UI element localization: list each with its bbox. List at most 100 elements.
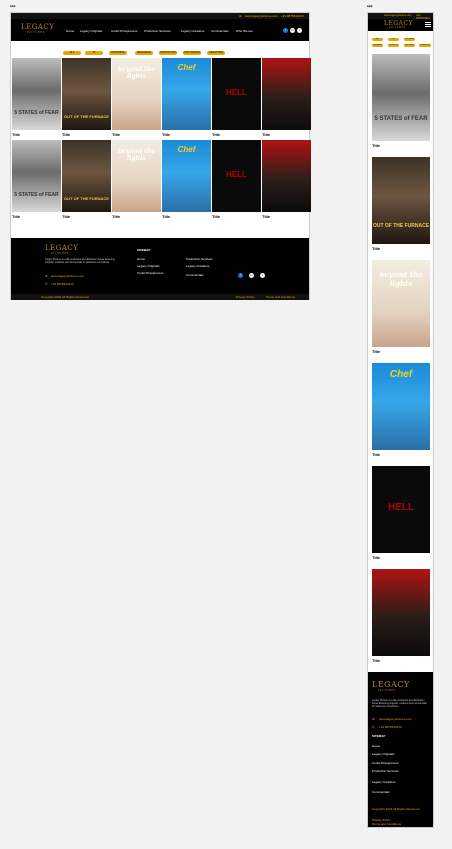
- hamburger-icon[interactable]: [425, 22, 431, 27]
- movie-title[interactable]: Title: [262, 214, 311, 219]
- instagram-icon[interactable]: in: [249, 273, 254, 278]
- footer-link-originals[interactable]: Legacy Originals: [372, 752, 394, 756]
- facebook-icon[interactable]: f: [238, 273, 243, 278]
- movie-title[interactable]: Title: [212, 132, 261, 137]
- nav-filmsprocess[interactable]: Contit Filmsprocess: [111, 29, 137, 33]
- footer-link-commercials[interactable]: Commercials: [372, 790, 390, 794]
- footer-website[interactable]: www.legacypictures.com: [51, 274, 84, 278]
- footer-link-production[interactable]: Production Services: [186, 257, 213, 261]
- movie-card[interactable]: Title: [262, 58, 311, 137]
- filter-post-production[interactable]: POST PRODUCTION: [183, 51, 201, 55]
- movie-title[interactable]: Title: [372, 452, 430, 457]
- movie-poster[interactable]: Chef: [372, 363, 430, 450]
- movie-card[interactable]: 5 STATES of FEAR Title: [12, 58, 61, 137]
- movie-poster[interactable]: HELL: [372, 466, 430, 553]
- movie-poster[interactable]: HELL: [212, 58, 261, 130]
- movie-poster[interactable]: 5 STATES of FEAR: [372, 54, 430, 141]
- footer-website[interactable]: www.legacypictures.com: [379, 717, 412, 721]
- movie-title[interactable]: Title: [112, 214, 161, 219]
- footer-phone[interactable]: +91 9876543210: [51, 282, 74, 286]
- movie-card[interactable]: Chef Title: [372, 363, 430, 457]
- terms-link[interactable]: Terms and Conditions: [372, 822, 401, 826]
- movie-card[interactable]: HELL Title: [212, 58, 261, 137]
- movie-poster[interactable]: [262, 58, 311, 130]
- movie-poster[interactable]: Chef: [162, 58, 211, 130]
- movie-card[interactable]: 5 STATES of FEAR Title: [372, 54, 430, 148]
- footer-link-home[interactable]: Home: [372, 744, 380, 748]
- filter-upcoming[interactable]: UPCOMING: [109, 51, 127, 55]
- facebook-icon[interactable]: f: [283, 28, 288, 33]
- movie-poster[interactable]: beyond the lights: [112, 140, 161, 212]
- movie-poster[interactable]: OUT OF THE FURNACE: [62, 58, 111, 130]
- nav-legacy-creations[interactable]: Legacy Creations: [181, 29, 204, 33]
- movie-poster[interactable]: 5 STATES of FEAR: [12, 140, 61, 212]
- footer-link-commercials[interactable]: Commercials: [186, 273, 204, 277]
- movie-title[interactable]: Title: [262, 132, 311, 137]
- movie-title[interactable]: Title: [12, 132, 61, 137]
- movie-title[interactable]: Title: [112, 132, 161, 137]
- movie-card[interactable]: OUT OF THE FURNACE Title: [372, 157, 430, 251]
- movie-card[interactable]: 5 STATES of FEAR Title: [12, 140, 61, 219]
- footer-link-filmsprocess[interactable]: Contit Filmsprocess: [137, 271, 163, 275]
- phone-text[interactable]: +91 9876543210: [281, 14, 304, 18]
- footer-link-filmsprocess[interactable]: Contit Filmsprocess: [372, 761, 398, 765]
- movie-card[interactable]: beyond the lights Title: [112, 58, 161, 137]
- filter-creatives[interactable]: CREATIVES: [207, 51, 225, 55]
- movie-poster[interactable]: [372, 569, 430, 656]
- movie-card[interactable]: beyond the lights Title: [372, 260, 430, 354]
- movie-card[interactable]: Chef Title: [162, 140, 211, 219]
- movie-card[interactable]: Title: [372, 569, 430, 663]
- footer-phone[interactable]: +91 9876543210: [379, 725, 402, 729]
- movie-poster[interactable]: Chef: [162, 140, 211, 212]
- filter-post-production[interactable]: POST PRODUCTION: [404, 44, 415, 47]
- logo[interactable]: LEGACY: [21, 23, 54, 31]
- filter-upcoming[interactable]: UPCOMING: [404, 38, 415, 41]
- footer-link-originals[interactable]: Legacy Originals: [137, 264, 159, 268]
- movie-title[interactable]: Title: [62, 132, 111, 137]
- filter-released[interactable]: RELEASED: [135, 51, 153, 55]
- nav-production-services[interactable]: Production Services: [144, 29, 171, 33]
- movie-card[interactable]: OUT OF THE FURNACE Title: [62, 58, 111, 137]
- nav-who-we-are[interactable]: Who We are: [236, 29, 253, 33]
- filter-all[interactable]: ALL: [63, 51, 81, 55]
- movie-poster[interactable]: 5 STATES of FEAR: [12, 58, 61, 130]
- twitter-icon[interactable]: t: [260, 273, 265, 278]
- footer-link-creations[interactable]: Legacy Creations: [186, 264, 209, 268]
- movie-title[interactable]: Title: [372, 555, 430, 560]
- filter-production[interactable]: PRODUCTION: [159, 51, 177, 55]
- terms-link[interactable]: Terms and Conditions: [266, 295, 295, 299]
- footer-logo[interactable]: LEGACY: [45, 244, 78, 252]
- filter-production[interactable]: PRODUCTION: [388, 44, 399, 47]
- filter-in[interactable]: IN: [388, 38, 399, 41]
- nav-legacy-originals[interactable]: Legacy Originals: [80, 29, 102, 33]
- movie-title[interactable]: Title: [372, 246, 430, 251]
- twitter-icon[interactable]: t: [297, 28, 302, 33]
- nav-commercials[interactable]: Commercials: [211, 29, 229, 33]
- filter-all[interactable]: ALL: [372, 38, 383, 41]
- movie-card[interactable]: HELL Title: [212, 140, 261, 219]
- mobile-website[interactable]: www.legacypictures.com: [384, 14, 411, 17]
- movie-title[interactable]: Title: [372, 143, 430, 148]
- movie-card[interactable]: OUT OF THE FURNACE Title: [62, 140, 111, 219]
- movie-poster[interactable]: [262, 140, 311, 212]
- movie-poster[interactable]: OUT OF THE FURNACE: [372, 157, 430, 244]
- movie-poster[interactable]: beyond the lights: [372, 260, 430, 347]
- filter-released[interactable]: RELEASED: [372, 44, 383, 47]
- movie-title[interactable]: Title: [12, 214, 61, 219]
- movie-title[interactable]: Title: [162, 214, 211, 219]
- instagram-icon[interactable]: in: [290, 28, 295, 33]
- movie-poster[interactable]: OUT OF THE FURNACE: [62, 140, 111, 212]
- movie-title[interactable]: Title: [372, 349, 430, 354]
- filter-in[interactable]: IN: [85, 51, 103, 55]
- movie-title[interactable]: Title: [212, 214, 261, 219]
- movie-card[interactable]: Chef Title: [162, 58, 211, 137]
- movie-title[interactable]: Title: [62, 214, 111, 219]
- footer-link-creations[interactable]: Legacy Creations: [372, 780, 395, 784]
- filter-creatives[interactable]: CREATIVES: [419, 44, 431, 47]
- footer-link-home[interactable]: Home: [137, 257, 145, 261]
- movie-poster[interactable]: HELL: [212, 140, 261, 212]
- movie-title[interactable]: Title: [162, 132, 211, 137]
- movie-title[interactable]: Title: [372, 658, 430, 663]
- movie-card[interactable]: Title: [262, 140, 311, 219]
- movie-card[interactable]: beyond the lights Title: [112, 140, 161, 219]
